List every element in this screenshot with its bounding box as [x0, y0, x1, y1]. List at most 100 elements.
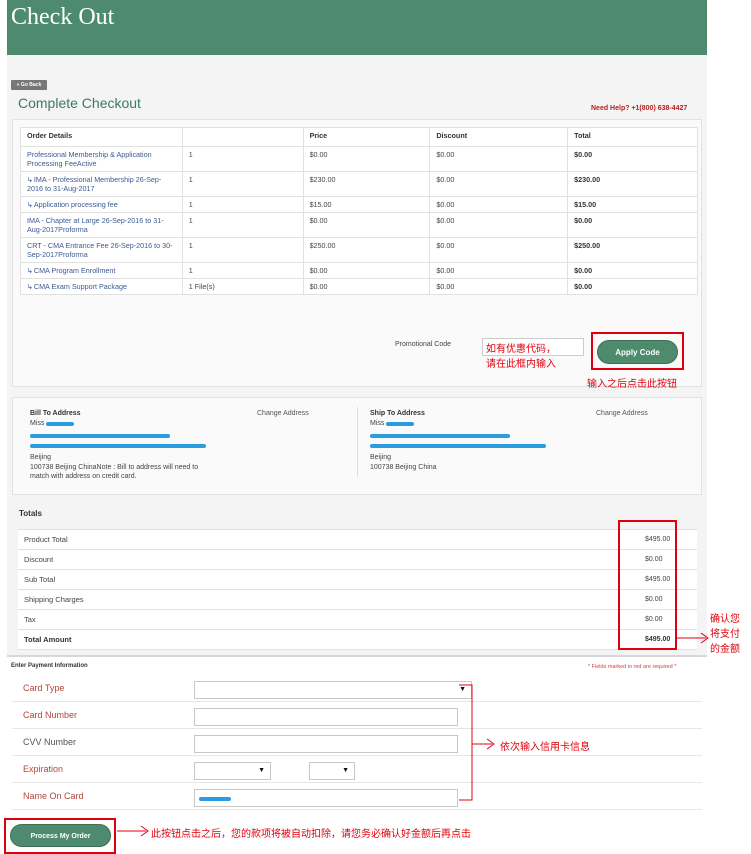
order-total-text: $250.00 [574, 241, 601, 250]
cvv-input[interactable] [194, 735, 458, 753]
order-discount-text: $0.00 [436, 200, 455, 209]
order-discount-text: $0.00 [436, 150, 455, 159]
annotation-confirm-2: 将支付 [710, 629, 740, 640]
order-discount: $0.00 [429, 237, 569, 263]
card-number-input[interactable] [194, 708, 458, 726]
order-row: Professional Membership & Application Pr… [20, 146, 698, 172]
annotation-card-hint: 依次输入信用卡信息 [500, 742, 590, 753]
order-item: ↳CMA Program Enrollment [20, 262, 183, 279]
order-item-text: IMA - Professional Membership 26-Sep-201… [27, 175, 162, 193]
order-item-text: Application processing fee [33, 200, 118, 209]
order-price-text: $0.00 [309, 216, 328, 225]
address-divider [357, 407, 358, 477]
redacted-bill-name [46, 422, 74, 426]
column-header-qty [181, 127, 304, 147]
annotation-apply-box [591, 332, 684, 370]
column-header-price: Price [302, 127, 431, 147]
totals-title: Totals [19, 509, 42, 518]
order-qty: 1 [181, 262, 304, 279]
order-qty: 1 [181, 212, 304, 238]
order-price-text: $15.00 [309, 200, 332, 209]
annotation-promo-hint-2: 请在此框内输入 [486, 359, 556, 370]
bill-zip-note-cont: match with address on credit card. [30, 473, 137, 480]
order-qty: 1 [181, 146, 304, 172]
sub-item-arrow-icon: ↳ [27, 284, 33, 291]
annotation-confirm-3: 的金额 [710, 644, 740, 655]
order-item-text: Professional Membership & Application Pr… [27, 150, 152, 168]
column-header-order-details: Order Details [20, 127, 183, 147]
order-discount: $0.00 [429, 212, 569, 238]
bill-change-address-link[interactable]: Change Address [257, 410, 309, 417]
sub-item-arrow-icon: ↳ [27, 268, 33, 275]
redacted-bill-line-1 [30, 434, 170, 438]
order-table: Order Details Price Discount Total Profe… [20, 127, 698, 295]
order-discount: $0.00 [429, 196, 569, 213]
go-back-button[interactable]: « Go Back [11, 80, 47, 90]
order-qty-text: 1 [188, 150, 193, 159]
cvv-row: CVV Number [12, 730, 702, 756]
redacted-card-name [199, 797, 231, 801]
expiration-year-select[interactable]: ▼ [309, 762, 355, 780]
order-qty-text: 1 [188, 241, 193, 250]
order-qty-text: 1 [188, 175, 193, 184]
totals-table: Product Total $495.00 Discount $0.00 Sub Tot… [18, 529, 697, 650]
order-total: $0.00 [567, 146, 698, 172]
card-type-select[interactable]: ▼ [194, 681, 472, 699]
cvv-label: CVV Number [23, 737, 77, 747]
order-table-header: Order Details Price Discount Total [20, 127, 698, 147]
totals-label: Discount [18, 549, 631, 570]
order-total: $230.00 [567, 171, 698, 197]
order-qty: 1 [181, 237, 304, 263]
order-qty-text: 1 [188, 200, 193, 209]
order-row: ↳CMA Program Enrollment 1 $0.00 $0.00 $0.00 [20, 262, 698, 279]
order-qty-text: 1 File(s) [188, 282, 215, 291]
order-item-text: CMA Program Enrollment [33, 266, 116, 275]
name-on-card-row: Name On Card [12, 784, 702, 810]
redacted-ship-name [386, 422, 414, 426]
bill-to-title: Bill To Address [30, 410, 81, 417]
name-on-card-input[interactable] [194, 789, 458, 807]
totals-row: Product Total $495.00 [18, 529, 697, 550]
order-discount-text: $0.00 [436, 266, 455, 275]
totals-label: Shipping Charges [18, 589, 631, 610]
annotation-process-hint: 此按钮点击之后，您的款项将被自动扣除，请您务必确认好金额后再点击 [151, 829, 471, 840]
order-row: CRT - CMA Entrance Fee 26-Sep-2016 to 30… [20, 237, 698, 263]
order-total: $0.00 [567, 278, 698, 295]
order-discount: $0.00 [429, 278, 569, 295]
order-total: $250.00 [567, 237, 698, 263]
order-price-text: $0.00 [309, 266, 328, 275]
order-total-text: $0.00 [574, 150, 593, 159]
ship-to-title: Ship To Address [370, 410, 425, 417]
ship-change-address-link[interactable]: Change Address [596, 410, 648, 417]
ship-salutation: Miss [370, 420, 385, 427]
totals-label: Total Amount [18, 629, 631, 650]
annotation-process-box [4, 818, 116, 854]
order-total: $0.00 [567, 262, 698, 279]
order-discount: $0.00 [429, 171, 569, 197]
annotation-apply-hint: 输入之后点击此按钮 [587, 379, 677, 390]
redacted-bill-line-2 [30, 444, 206, 448]
order-price: $230.00 [302, 171, 431, 197]
page-header-title: Check Out [11, 4, 115, 30]
page-title: Complete Checkout [18, 95, 141, 111]
order-total-text: $230.00 [574, 175, 601, 184]
page-header: Check Out [7, 0, 707, 55]
order-item: ↳Application processing fee [20, 196, 183, 213]
order-item: Professional Membership & Application Pr… [20, 146, 183, 172]
totals-label: Product Total [18, 529, 631, 550]
order-row: ↳Application processing fee 1 $15.00 $0.00 $… [20, 196, 698, 213]
order-qty-text: 1 [188, 216, 193, 225]
order-price: $250.00 [302, 237, 431, 263]
order-price-text: $0.00 [309, 150, 328, 159]
totals-row: Shipping Charges $0.00 [18, 589, 697, 610]
order-row: ↳IMA - Professional Membership 26-Sep-20… [20, 171, 698, 197]
order-total: $0.00 [567, 212, 698, 238]
totals-row: Tax $0.00 [18, 609, 697, 630]
required-fields-note: * Fields marked in red are required * [588, 664, 677, 670]
bill-zip-note: 100738 Beijing ChinaNote : Bill to addre… [30, 464, 199, 471]
expiration-label: Expiration [23, 764, 64, 774]
ship-city: Beijing [370, 454, 392, 461]
order-row: IMA - Chapter at Large 26-Sep-2016 to 31… [20, 212, 698, 238]
order-item: ↳IMA - Professional Membership 26-Sep-20… [20, 171, 183, 197]
expiration-month-select[interactable]: ▼ [194, 762, 271, 780]
